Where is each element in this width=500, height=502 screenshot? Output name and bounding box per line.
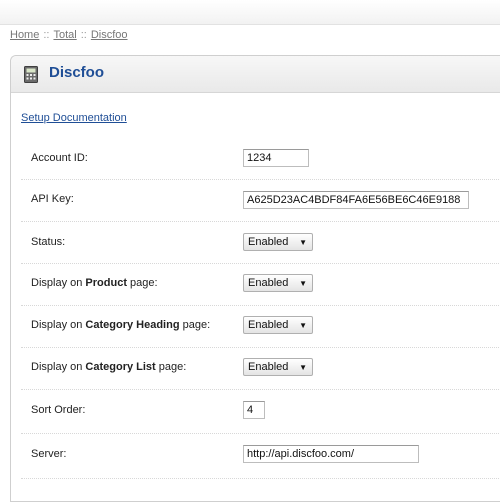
label-bold-text: Product xyxy=(85,277,127,289)
breadcrumb-home-link[interactable]: Home xyxy=(10,29,39,41)
panel-header: Discfoo xyxy=(11,56,500,93)
form-row-product-page: Display on Product page: Enabled ▼ xyxy=(21,264,500,306)
product-page-label: Display on Product page: xyxy=(31,277,158,289)
label-text: Display on xyxy=(31,361,86,373)
label-bold-text: Category Heading xyxy=(85,319,180,331)
status-label: Status: xyxy=(31,236,66,248)
top-bar xyxy=(0,0,500,25)
status-select[interactable]: Enabled ▼ xyxy=(243,233,313,251)
sort-order-input[interactable]: 4 xyxy=(243,401,265,419)
label-text: Display on xyxy=(31,319,86,331)
api-key-label: API Key: xyxy=(31,193,74,205)
settings-panel: Discfoo Setup Documentation Account ID: … xyxy=(10,55,500,502)
dropdown-arrow-icon: ▼ xyxy=(299,238,307,247)
dropdown-arrow-icon: ▼ xyxy=(299,279,307,288)
label-text: page: xyxy=(126,277,158,289)
breadcrumb-total-link[interactable]: Total xyxy=(53,29,76,41)
category-list-select-value: Enabled xyxy=(248,361,289,373)
form-row-category-list: Display on Category List page: Enabled ▼ xyxy=(21,348,500,390)
breadcrumb-separator: :: xyxy=(80,29,87,41)
category-heading-label: Display on Category Heading page: xyxy=(31,319,210,331)
server-label: Server: xyxy=(31,448,67,460)
dropdown-arrow-icon: ▼ xyxy=(299,363,307,372)
account-id-input[interactable]: 1234 xyxy=(243,149,309,167)
breadcrumb-current-link[interactable]: Discfoo xyxy=(91,29,128,41)
label-bold-text: Category List xyxy=(85,361,156,373)
sort-order-label: Sort Order: xyxy=(31,404,86,416)
form-row-category-heading: Display on Category Heading page: Enable… xyxy=(21,306,500,348)
dropdown-arrow-icon: ▼ xyxy=(299,321,307,330)
label-text: page: xyxy=(179,319,211,331)
category-list-label: Display on Category List page: xyxy=(31,361,186,373)
setup-documentation-link[interactable]: Setup Documentation xyxy=(21,112,127,124)
api-key-input[interactable]: A625D23AC4BDF84FA6E56BE6C46E9188 xyxy=(243,191,469,209)
category-heading-select[interactable]: Enabled ▼ xyxy=(243,316,313,334)
form-row-api-key: API Key: A625D23AC4BDF84FA6E56BE6C46E918… xyxy=(21,180,500,222)
account-id-label: Account ID: xyxy=(31,152,88,164)
form-row-server: Server: http://api.discfoo.com/ xyxy=(21,434,500,479)
breadcrumb: Home:: Total:: Discfoo xyxy=(10,29,128,41)
product-page-select-value: Enabled xyxy=(248,277,289,289)
server-input[interactable]: http://api.discfoo.com/ xyxy=(243,445,419,463)
form-row-status: Status: Enabled ▼ xyxy=(21,222,500,264)
product-page-select[interactable]: Enabled ▼ xyxy=(243,274,313,292)
label-text: Display on xyxy=(31,277,86,289)
label-text: page: xyxy=(155,361,187,373)
status-select-value: Enabled xyxy=(248,236,289,248)
form-row-account-id: Account ID: 1234 xyxy=(21,139,500,180)
breadcrumb-separator: :: xyxy=(43,29,50,41)
form-row-sort-order: Sort Order: 4 xyxy=(21,390,500,434)
category-list-select[interactable]: Enabled ▼ xyxy=(243,358,313,376)
panel-title: Discfoo xyxy=(49,64,105,81)
category-heading-select-value: Enabled xyxy=(248,319,289,331)
calculator-icon xyxy=(24,66,38,83)
